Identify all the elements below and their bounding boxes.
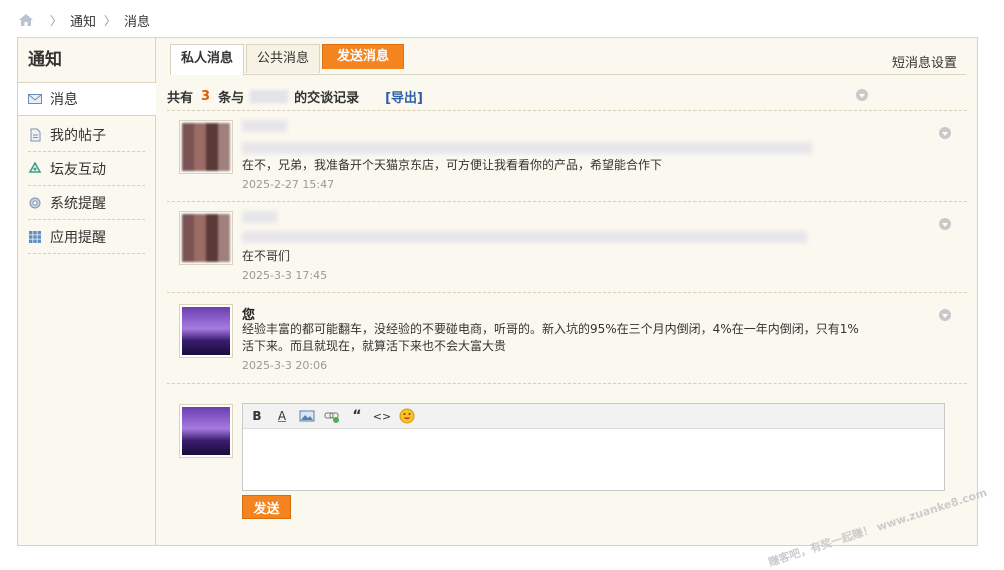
my-avatar[interactable] bbox=[179, 404, 233, 458]
send-reply-button[interactable]: 发送 bbox=[242, 495, 291, 519]
sidebar-item-my-posts[interactable]: 我的帖子 bbox=[28, 118, 145, 152]
breadcrumb-separator: 〉 bbox=[50, 13, 63, 28]
reply-input[interactable] bbox=[243, 429, 944, 487]
export-link[interactable]: [导出] bbox=[385, 87, 423, 106]
reply-editor: B A “ <> bbox=[242, 403, 945, 491]
message-settings-link[interactable]: 短消息设置 bbox=[892, 52, 957, 71]
message-text: 经验丰富的都可能翻车，没经验的不要碰电商，听哥的。新入坑的95%在三个月内倒闭，… bbox=[242, 322, 859, 353]
envelope-icon bbox=[28, 94, 42, 104]
conversation-summary: 共有 3 条与 的交谈记录 [导出] bbox=[167, 86, 967, 106]
divider bbox=[167, 292, 967, 293]
sidebar-item-label: 系统提醒 bbox=[50, 195, 106, 212]
avatar[interactable] bbox=[179, 120, 233, 174]
message-item: 在不，兄弟，我准备开个天猫京东店，可方便让我看看你的产品，希望能合作下 2025… bbox=[167, 120, 967, 200]
sidebar-item-system[interactable]: 系统提醒 bbox=[28, 186, 145, 220]
tab-public-messages[interactable]: 公共消息 bbox=[246, 44, 321, 73]
send-message-button[interactable]: 发送消息 bbox=[322, 44, 405, 69]
sidebar-item-apps[interactable]: 应用提醒 bbox=[28, 220, 145, 254]
divider bbox=[167, 201, 967, 202]
recycle-icon bbox=[28, 161, 42, 173]
summary-suffix: 的交谈记录 bbox=[294, 90, 360, 106]
sidebar-item-message[interactable]: 消息 bbox=[18, 83, 156, 116]
quote-icon[interactable]: “ bbox=[349, 408, 365, 424]
redacted-author bbox=[242, 211, 277, 223]
redacted-text bbox=[242, 142, 812, 154]
font-color-icon[interactable]: A bbox=[274, 408, 290, 424]
bold-icon[interactable]: B bbox=[249, 408, 265, 424]
divider bbox=[167, 383, 967, 384]
summary-prefix: 共有 bbox=[167, 90, 194, 106]
message-time: 2025-2-27 15:47 bbox=[242, 178, 335, 191]
sidebar-title: 通知 bbox=[18, 38, 155, 83]
redacted-author bbox=[242, 120, 287, 132]
divider bbox=[167, 110, 967, 111]
collapse-all-icon[interactable] bbox=[856, 89, 868, 101]
document-icon bbox=[30, 128, 41, 141]
home-icon[interactable] bbox=[18, 13, 34, 27]
sidebar-item-label: 消息 bbox=[50, 92, 78, 108]
image-icon[interactable] bbox=[299, 408, 315, 424]
avatar[interactable] bbox=[179, 211, 233, 265]
sidebar-item-interaction[interactable]: 坛友互动 bbox=[28, 152, 145, 186]
editor-toolbar: B A “ <> bbox=[243, 404, 944, 429]
redacted-text bbox=[242, 231, 807, 243]
message-time: 2025-3-3 17:45 bbox=[242, 269, 328, 282]
message-tabs: 私人消息 公共消息 发送消息 bbox=[170, 44, 966, 75]
emoji-icon[interactable] bbox=[399, 408, 415, 424]
code-icon[interactable]: <> bbox=[373, 408, 391, 424]
sidebar-item-label: 我的帖子 bbox=[50, 127, 106, 144]
notice-panel: 通知 消息 我的帖子 坛友互动 系统提醒 应用提醒 私人消息 公共消息 发送消息… bbox=[17, 37, 978, 546]
grid-icon bbox=[29, 230, 41, 243]
avatar[interactable] bbox=[179, 304, 233, 358]
message-menu-icon[interactable] bbox=[939, 309, 951, 321]
message-count: 3 bbox=[201, 88, 211, 104]
message-item: 在不哥们 2025-3-3 17:45 bbox=[167, 211, 967, 291]
breadcrumb: 〉 通知 〉 消息 bbox=[18, 10, 150, 30]
message-menu-icon[interactable] bbox=[939, 218, 951, 230]
message-time: 2025-3-3 20:06 bbox=[242, 359, 328, 372]
message-text: 在不，兄弟，我准备开个天猫京东店，可方便让我看看你的产品，希望能合作下 bbox=[242, 158, 663, 172]
sidebar-item-label: 坛友互动 bbox=[50, 161, 106, 178]
breadcrumb-item-message[interactable]: 消息 bbox=[124, 11, 150, 30]
link-icon[interactable] bbox=[324, 408, 340, 424]
message-text: 在不哥们 bbox=[242, 249, 291, 263]
message-item: 您 经验丰富的都可能翻车，没经验的不要碰电商，听哥的。新入坑的95%在三个月内倒… bbox=[167, 304, 967, 384]
sidebar: 通知 消息 我的帖子 坛友互动 系统提醒 应用提醒 bbox=[18, 38, 156, 545]
message-main: 私人消息 公共消息 发送消息 短消息设置 共有 3 条与 的交谈记录 [导出] … bbox=[156, 38, 977, 545]
tab-private-messages[interactable]: 私人消息 bbox=[170, 44, 245, 75]
gear-icon bbox=[29, 197, 41, 208]
sidebar-item-label: 应用提醒 bbox=[50, 229, 106, 246]
breadcrumb-separator: 〉 bbox=[104, 13, 117, 28]
breadcrumb-item-notice[interactable]: 通知 bbox=[70, 11, 96, 30]
message-menu-icon[interactable] bbox=[939, 127, 951, 139]
summary-middle: 条与 bbox=[218, 90, 245, 106]
redacted-username bbox=[250, 89, 289, 103]
